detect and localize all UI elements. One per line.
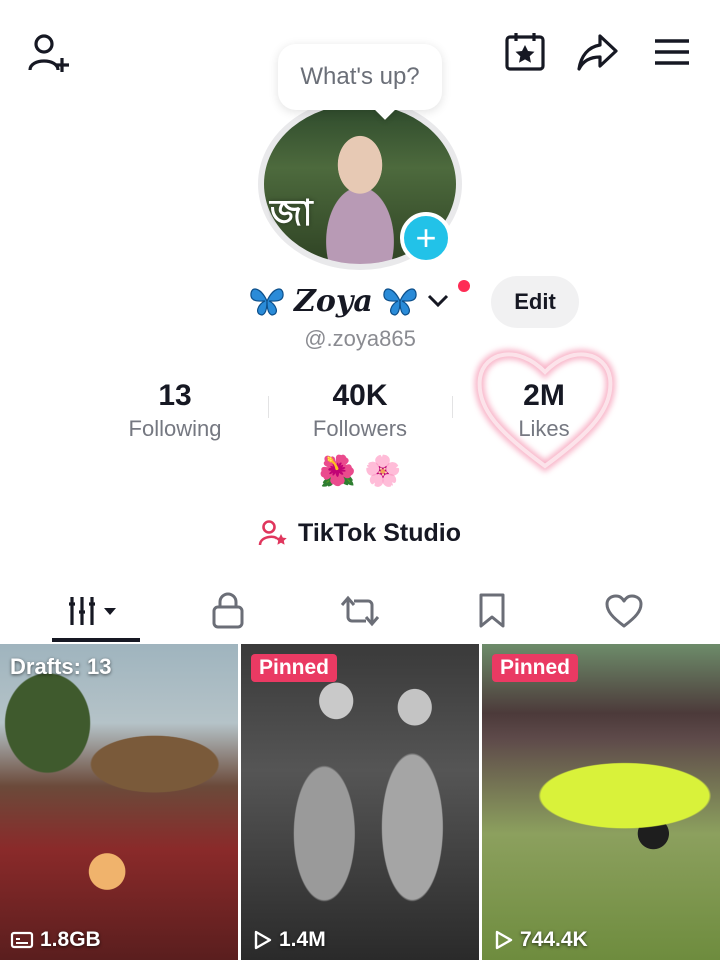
storage-icon	[10, 931, 34, 949]
lock-icon	[212, 592, 244, 629]
studio-label: TikTok Studio	[298, 518, 461, 547]
menu-button[interactable]	[650, 30, 694, 74]
tile-footer: 744.4K	[492, 928, 588, 952]
share-arrow-icon	[577, 34, 618, 71]
display-name-row[interactable]: Zoya	[248, 278, 449, 324]
video-tile-pinned-1[interactable]: Pinned 1.4M	[241, 644, 479, 960]
bookmark-icon	[479, 593, 505, 628]
pinned-badge: Pinned	[492, 654, 579, 682]
username-handle: @.zoya865	[304, 326, 416, 351]
tab-liked[interactable]	[552, 580, 696, 642]
creator-star-icon	[258, 520, 287, 546]
add-friend-button[interactable]	[24, 28, 72, 76]
play-icon	[254, 930, 272, 950]
calendar-star-icon	[505, 33, 545, 71]
status-bubble[interactable]: What's up?	[278, 44, 442, 110]
plus-icon: +	[415, 217, 437, 258]
chevron-down-icon[interactable]	[427, 294, 449, 308]
tab-favorites[interactable]	[420, 580, 564, 642]
add-story-button[interactable]: +	[400, 212, 452, 264]
video-grid: Drafts: 13 1.8GB Pinned 1.4M Pinned 744.…	[0, 644, 720, 960]
calendar-button[interactable]	[502, 28, 548, 74]
tile-footer: 1.4M	[251, 928, 326, 952]
video-tile-pinned-2[interactable]: Pinned 744.4K	[482, 644, 720, 960]
notification-dot	[458, 280, 470, 292]
stats-divider	[452, 396, 453, 418]
play-icon	[495, 930, 513, 950]
following-count: 13	[158, 379, 192, 412]
tab-reposts[interactable]	[288, 580, 432, 642]
following-label: Following	[128, 416, 222, 441]
followers-count: 40K	[332, 379, 388, 412]
likes-count: 2M	[523, 379, 565, 412]
tiktok-studio-link[interactable]: TikTok Studio	[258, 512, 461, 554]
bio-text: 🌺 🌸	[318, 455, 402, 488]
status-text: What's up?	[300, 63, 420, 90]
followers-label: Followers	[312, 416, 408, 441]
view-count: 744.4K	[520, 928, 588, 951]
hamburger-menu-icon	[655, 39, 689, 65]
repost-icon	[340, 595, 380, 627]
videos-grid-icon	[69, 597, 116, 625]
tab-videos[interactable]	[24, 580, 168, 642]
butterfly-icon	[250, 288, 284, 316]
display-name: Zoya	[294, 283, 373, 319]
drafts-size: 1.8GB	[40, 928, 101, 951]
view-count: 1.4M	[279, 928, 326, 951]
edit-profile-button[interactable]: Edit	[491, 276, 579, 328]
followers-stat[interactable]: 40K Followers	[270, 378, 450, 444]
active-tab-indicator	[52, 638, 140, 642]
butterfly-icon	[383, 288, 417, 316]
heart-icon	[605, 594, 643, 628]
tab-private[interactable]	[156, 580, 300, 642]
stats-divider	[268, 396, 269, 418]
likes-label: Likes	[518, 416, 570, 441]
video-tile-drafts[interactable]: Drafts: 13 1.8GB	[0, 644, 238, 960]
likes-stat[interactable]: 2M Likes	[454, 378, 634, 444]
drafts-label: Drafts: 13	[10, 654, 112, 679]
profile-tabs	[0, 580, 720, 642]
stats-row: 13 Following 40K Followers 2M Likes	[0, 378, 720, 448]
following-stat[interactable]: 13 Following	[85, 378, 265, 444]
share-button[interactable]	[574, 28, 622, 76]
tile-footer: 1.8GB	[10, 928, 101, 952]
pinned-badge: Pinned	[251, 654, 338, 682]
avatar-overlay-text: জা	[270, 192, 313, 233]
person-plus-icon	[28, 34, 69, 72]
